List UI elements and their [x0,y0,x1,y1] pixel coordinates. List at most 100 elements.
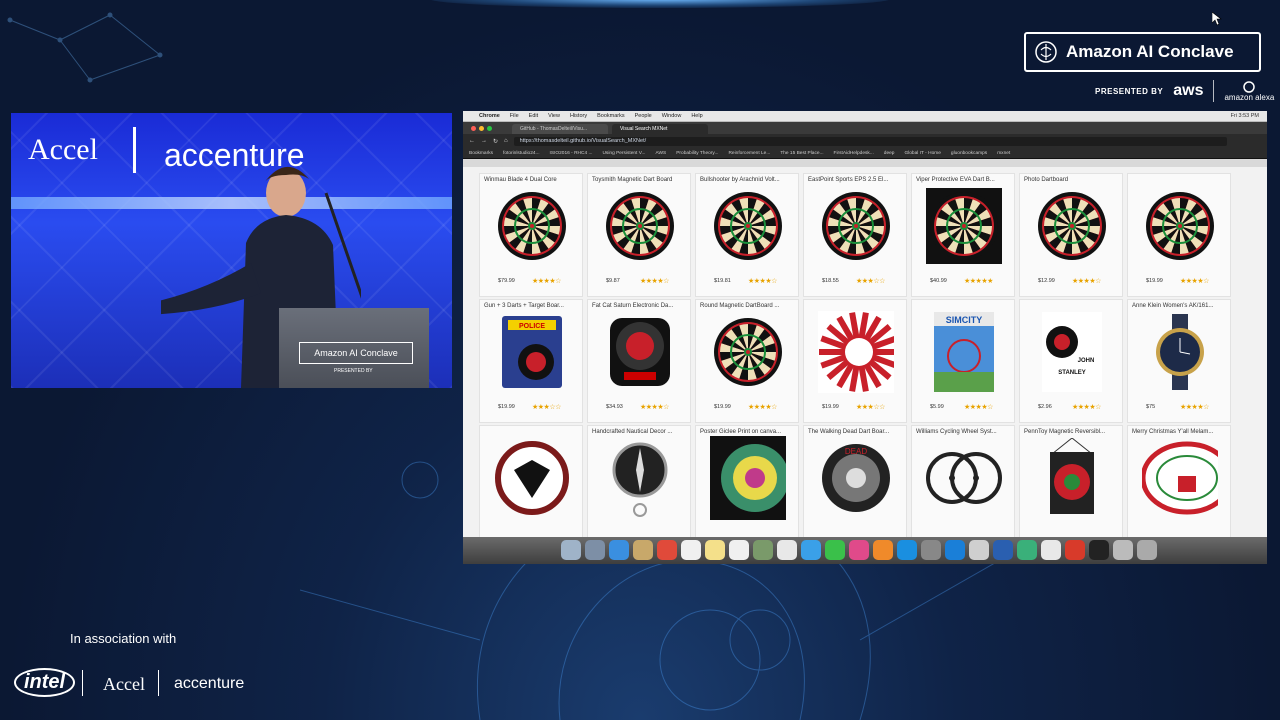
product-image[interactable] [602,314,678,390]
product-card[interactable]: Williams Cycling Wheel Syst... [911,425,1015,549]
dock-app-icon[interactable] [777,540,797,560]
product-image[interactable] [710,314,786,390]
product-title[interactable]: Round Magnetic DartBoard ... [696,300,798,309]
product-card[interactable]: Fat Cat Saturn Electronic Da... $34.93 ★★★… [587,299,691,423]
product-image[interactable]: DEAD [818,440,894,516]
product-title[interactable]: The Walking Dead Dart Boar... [804,426,906,435]
close-window-icon[interactable] [471,125,476,131]
menu-people[interactable]: People [635,113,652,119]
product-image[interactable] [602,188,678,264]
back-icon[interactable]: ← [469,138,475,144]
product-image[interactable] [1142,440,1218,516]
dock-app-icon[interactable] [1089,540,1109,560]
bookmark-item[interactable]: fotorinlstudio24... [503,151,540,156]
product-title[interactable]: Viper Protective EVA Dart B... [912,174,1014,183]
bookmark-item[interactable]: AWS [655,151,666,156]
menu-history[interactable]: History [570,113,587,119]
dock-app-icon[interactable] [657,540,677,560]
product-card[interactable]: Bullshooter by Arachnid Volt... $19.81 ★★★… [695,173,799,297]
reload-icon[interactable]: ↻ [493,138,498,145]
dock-app-icon[interactable] [897,540,917,560]
bookmark-item[interactable]: The 15 Best Place... [780,151,823,156]
zoom-window-icon[interactable] [487,125,492,131]
dock-app-icon[interactable] [729,540,749,560]
product-image[interactable] [1142,188,1218,264]
product-image[interactable] [1034,188,1110,264]
product-image[interactable] [926,440,1002,516]
dock-app-icon[interactable] [921,540,941,560]
product-title[interactable] [804,300,906,303]
product-title[interactable]: Poster Giclee Print on canva... [696,426,798,435]
product-card[interactable]: EastPoint Sports EPS 2.5 El... $18.55 ★★★☆… [803,173,907,297]
product-card[interactable]: $19.99 ★★★☆☆ [803,299,907,423]
product-image[interactable] [926,188,1002,264]
product-title[interactable]: Bullshooter by Arachnid Volt... [696,174,798,183]
bookmark-item[interactable]: Global IT - Home [904,151,940,156]
product-card[interactable]: JOHN STANLEY $2.96 ★★★★☆ [1019,299,1123,423]
product-image[interactable]: JOHN STANLEY [1034,312,1110,392]
dock-app-icon[interactable] [753,540,773,560]
menu-bookmarks[interactable]: Bookmarks [597,113,625,119]
dock-app-icon[interactable] [873,540,893,560]
product-card[interactable]: Handcrafted Nautical Decor ... [587,425,691,549]
dock-app-icon[interactable] [681,540,701,560]
product-title[interactable]: Winmau Blade 4 Dual Core [480,174,582,183]
dock-app-icon[interactable] [633,540,653,560]
menubar-clock[interactable]: Fri 3:53 PM [1231,113,1267,119]
dock-app-icon[interactable] [585,540,605,560]
bookmark-item[interactable]: Using Persistent V... [602,151,645,156]
bookmark-item[interactable]: deep [884,151,895,156]
bookmark-item[interactable]: FirstAidHelpdesk... [834,151,874,156]
menu-view[interactable]: View [548,113,560,119]
product-title[interactable] [912,300,1014,303]
product-title[interactable]: Anne Klein Women's AK/161... [1128,300,1230,309]
product-title[interactable]: Photo Dartboard [1020,174,1122,183]
dock-app-icon[interactable] [825,540,845,560]
product-title[interactable]: Handcrafted Nautical Decor ... [588,426,690,435]
dock-app-icon[interactable] [609,540,629,560]
product-card[interactable]: PennToy Magnetic Reversibl... [1019,425,1123,549]
bookmark-item[interactable]: Bookmarks [469,151,493,156]
product-card[interactable]: Toysmith Magnetic Dart Board $9.87 ★★★★☆ [587,173,691,297]
menu-edit[interactable]: Edit [529,113,538,119]
product-card[interactable]: Winmau Blade 4 Dual Core $79.99 ★★★★☆ [479,173,583,297]
product-title[interactable]: Gun + 3 Darts + Target Boar... [480,300,582,309]
dock-app-icon[interactable] [801,540,821,560]
product-card[interactable]: Viper Protective EVA Dart B... $40.99 ★★★★… [911,173,1015,297]
dock-app-icon[interactable] [561,540,581,560]
product-image[interactable] [494,188,570,264]
menu-help[interactable]: Help [691,113,702,119]
product-title[interactable] [1020,300,1122,303]
product-card[interactable]: Merry Christmas Y'all Melam... [1127,425,1231,549]
product-image[interactable]: POLICE [494,314,570,390]
bookmark-item[interactable]: Reinforcement Le... [728,151,770,156]
tab-visual-search[interactable]: Visual Search MXNet [612,124,708,134]
product-card[interactable]: Gun + 3 Darts + Target Boar... POLICE $19.… [479,299,583,423]
product-image[interactable] [494,440,570,516]
forward-icon[interactable]: → [481,138,487,144]
tab-github[interactable]: GitHub - ThomasDelteil/Visu... [512,124,608,134]
bookmark-item[interactable]: gluonbookcamps [951,151,987,156]
product-card[interactable] [479,425,583,549]
dock-app-icon[interactable] [1113,540,1133,560]
dock-app-icon[interactable] [849,540,869,560]
menu-file[interactable]: File [510,113,519,119]
product-title[interactable] [480,426,582,429]
menubar-app[interactable]: Chrome [479,113,500,119]
product-title[interactable]: Merry Christmas Y'all Melam... [1128,426,1230,435]
product-image[interactable]: SIMCITY [926,312,1002,392]
bookmark-item[interactable]: mxnet [997,151,1010,156]
product-title[interactable]: PennToy Magnetic Reversibl... [1020,426,1122,435]
product-card[interactable]: The Walking Dead Dart Boar... DEAD [803,425,907,549]
product-image[interactable] [710,436,786,520]
product-title[interactable]: Fat Cat Saturn Electronic Da... [588,300,690,309]
product-title[interactable]: Toysmith Magnetic Dart Board [588,174,690,183]
dock-app-icon[interactable] [705,540,725,560]
product-title[interactable]: Williams Cycling Wheel Syst... [912,426,1014,435]
bookmark-item[interactable]: ISIO2016 - RHC4 ... [550,151,593,156]
bookmark-item[interactable]: Probability Theory... [676,151,718,156]
product-card[interactable]: Round Magnetic DartBoard ... $19.99 ★★★★☆ [695,299,799,423]
dock-app-icon[interactable] [993,540,1013,560]
product-card[interactable]: $19.99 ★★★★☆ [1127,173,1231,297]
home-icon[interactable]: ⌂ [504,138,508,144]
